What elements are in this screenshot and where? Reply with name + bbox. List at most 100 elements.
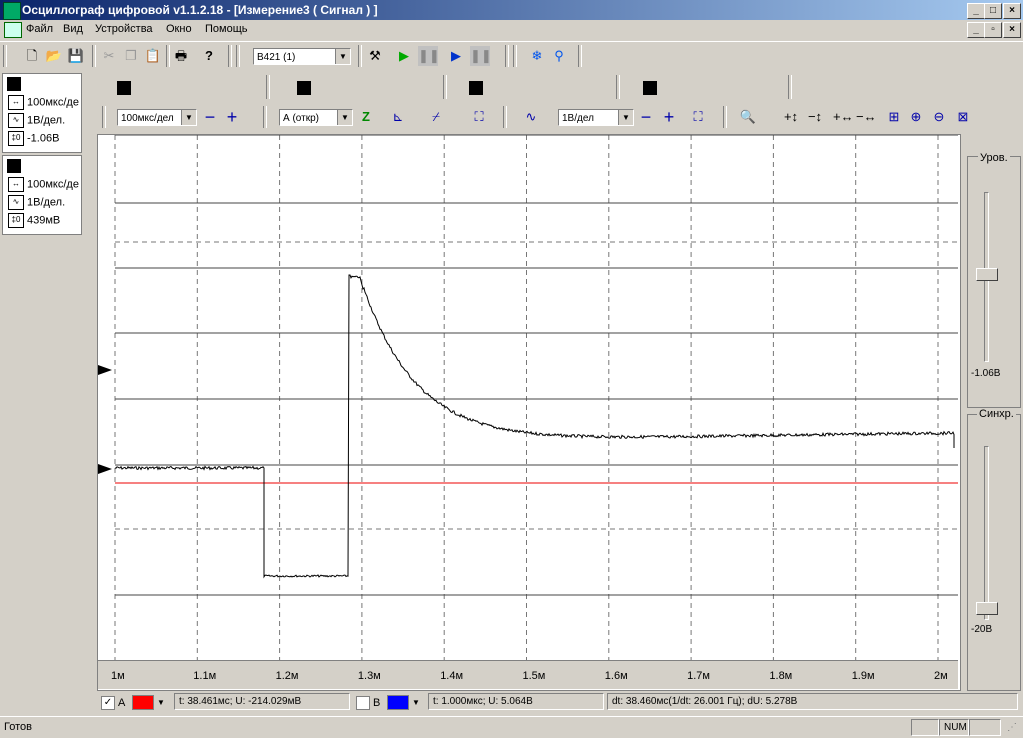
menu-file[interactable]: Файл [26, 23, 53, 35]
expand-vertical-icon[interactable]: +↕ [781, 107, 801, 127]
pause-single-icon[interactable]: ❚❚ [470, 46, 492, 66]
scope-plot-area[interactable] [97, 134, 961, 691]
x-axis: 1м 1.1м 1.2м 1.3м 1.4м 1.5м 1.6м 1.7м 1.8м 1.9м 2м [98, 660, 958, 689]
main-toolbar: 🗋 📂 💾 ✂ ❐ 📋 🖶 ? В421 (1) ▼ ⚒ ▶ ❚❚ ▶ ❚❚ ❄… [0, 41, 1023, 72]
expand-horizontal-icon[interactable]: +↔ [833, 107, 854, 127]
shrink-horizontal-icon[interactable]: −↔ [856, 107, 877, 127]
trigger-edge-icon[interactable]: ⊾ [388, 107, 408, 127]
doc-restore-button[interactable]: ▫ [984, 22, 1002, 38]
grid [114, 135, 958, 662]
cursor-b-label: B [373, 697, 381, 709]
ac-coupling-icon[interactable]: ∿ [521, 107, 541, 127]
sync-slider-thumb[interactable] [976, 602, 998, 615]
coupling-value: А (откр) [283, 113, 319, 124]
sync-label: Синхр. [977, 408, 1016, 420]
x-tick-label: 1.7м [687, 670, 710, 682]
binoculars-icon[interactable]: ⛶ [469, 107, 489, 127]
open-folder-icon[interactable]: 📂 [44, 46, 64, 66]
play-icon[interactable]: ▶ [394, 46, 414, 66]
close-button[interactable]: × [1003, 3, 1021, 19]
menu-devices[interactable]: Устройства [95, 23, 153, 35]
copy-icon[interactable]: ❐ [121, 46, 141, 66]
waveform-svg [98, 135, 958, 662]
zoom-menu-icon[interactable]: 🔍 [738, 107, 758, 127]
chevron-down-icon: ▼ [337, 110, 352, 125]
timebase-select[interactable]: 100мкс/дел ▼ [117, 109, 197, 126]
signal-trace [114, 274, 955, 579]
channel-a-panel[interactable]: ↔ 100мкс/де ∿ 1В/дел. ‡0 -1.06В [2, 73, 82, 153]
freeze-icon[interactable]: ❄ [527, 46, 547, 66]
device-select-value: В421 (1) [257, 52, 296, 63]
new-file-icon[interactable]: 🗋 [22, 46, 42, 66]
play-single-icon[interactable]: ▶ [446, 46, 466, 66]
channel-3-tab[interactable] [469, 81, 483, 95]
scope-controls: 100мкс/дел ▼ − + А (откр) ▼ Z ⊾ ⌿ ⛶ ∿ 1В… [98, 104, 1023, 132]
channel-b-offset: 439мВ [27, 214, 61, 227]
x-tick-label: 1.5м [522, 670, 546, 682]
level-value: -1.06В [971, 368, 1001, 379]
chevron-down-icon: ▼ [618, 110, 633, 125]
device-select[interactable]: В421 (1) ▼ [253, 48, 351, 65]
zoom-fit-icon[interactable]: ⊞ [884, 107, 904, 127]
shrink-vertical-icon[interactable]: −↕ [805, 107, 825, 127]
timebase-icon: ↔ [8, 95, 24, 110]
channel-1-tab[interactable] [117, 81, 131, 95]
cursor-b-checkbox[interactable] [356, 696, 370, 710]
caps-indicator [911, 719, 939, 736]
channel-b-panel[interactable]: ↔ 100мкс/де ∿ 1В/дел. ‡0 439мВ [2, 155, 82, 235]
chevron-down-icon: ▼ [335, 49, 350, 64]
level-slider-thumb[interactable] [976, 268, 998, 281]
zoom-all-icon[interactable]: ⊠ [953, 107, 973, 127]
cursor-a-color-swatch[interactable] [132, 695, 154, 710]
maximize-button[interactable]: □ [984, 3, 1002, 19]
sync-slider-track[interactable] [984, 446, 989, 620]
doc-minimize-button[interactable]: _ [967, 22, 985, 38]
channel-a-marker-icon[interactable] [98, 464, 112, 474]
sync-value: -20В [971, 624, 993, 635]
cut-icon[interactable]: ✂ [99, 46, 119, 66]
timebase-icon: ↔ [8, 177, 24, 192]
chevron-down-icon[interactable]: ▼ [154, 695, 168, 710]
tools-icon[interactable]: ⚒ [365, 46, 385, 66]
wave-icon: ∿ [8, 113, 24, 128]
binoculars-icon-2[interactable]: ⛶ [688, 107, 708, 127]
volts-increase-button[interactable]: + [659, 107, 679, 127]
cursor-a-checkbox[interactable]: ✓ [101, 696, 115, 710]
cursor-a-label: A [118, 697, 126, 709]
doc-close-button[interactable]: × [1003, 22, 1021, 38]
timebase-decrease-button[interactable]: − [200, 107, 220, 127]
channel-b-marker-icon[interactable] [98, 365, 112, 375]
paste-icon[interactable]: 📋 [143, 46, 163, 66]
menu-view[interactable]: Вид [63, 23, 83, 35]
window-title: Осциллограф цифровой v1.1.2.18 - [Измере… [22, 3, 378, 17]
timebase-increase-button[interactable]: + [222, 107, 242, 127]
menu-help[interactable]: Помощь [205, 23, 248, 35]
status-text: Готов [4, 721, 32, 733]
print-icon[interactable]: 🖶 [171, 46, 191, 66]
chevron-down-icon[interactable]: ▼ [409, 695, 423, 710]
volts-select[interactable]: 1В/дел ▼ [558, 109, 634, 126]
channel-4-tab[interactable] [643, 81, 657, 95]
menu-window[interactable]: Окно [166, 23, 192, 35]
channel-2-tab[interactable] [297, 81, 311, 95]
pause-icon[interactable]: ❚❚ [418, 46, 440, 66]
probe-icon[interactable]: ⚲ [549, 46, 569, 66]
volts-decrease-button[interactable]: − [636, 107, 656, 127]
x-tick-label: 1м [111, 670, 125, 682]
zoom-out-icon[interactable]: ⊖ [929, 107, 949, 127]
coupling-select[interactable]: А (откр) ▼ [279, 109, 353, 126]
x-tick-label: 1.3м [357, 670, 381, 682]
resize-grip-icon[interactable]: ⋰ [1007, 722, 1017, 733]
cursor-b-color-swatch[interactable] [387, 695, 409, 710]
save-icon[interactable]: 💾 [66, 46, 86, 66]
x-tick-label: 1.9м [851, 670, 875, 682]
help-icon[interactable]: ? [199, 46, 219, 66]
trigger-mode-icon[interactable]: Z [356, 107, 376, 127]
app-icon [3, 2, 21, 20]
channel-a-volts: 1В/дел. [27, 114, 66, 127]
cursor-b-readout: t: 1.000мкс; U: 5.064В [428, 693, 604, 710]
x-tick-label: 1.2м [275, 670, 299, 682]
zoom-in-icon[interactable]: ⊕ [906, 107, 926, 127]
minimize-button[interactable]: _ [967, 3, 985, 19]
trigger-slope-icon[interactable]: ⌿ [426, 107, 446, 127]
